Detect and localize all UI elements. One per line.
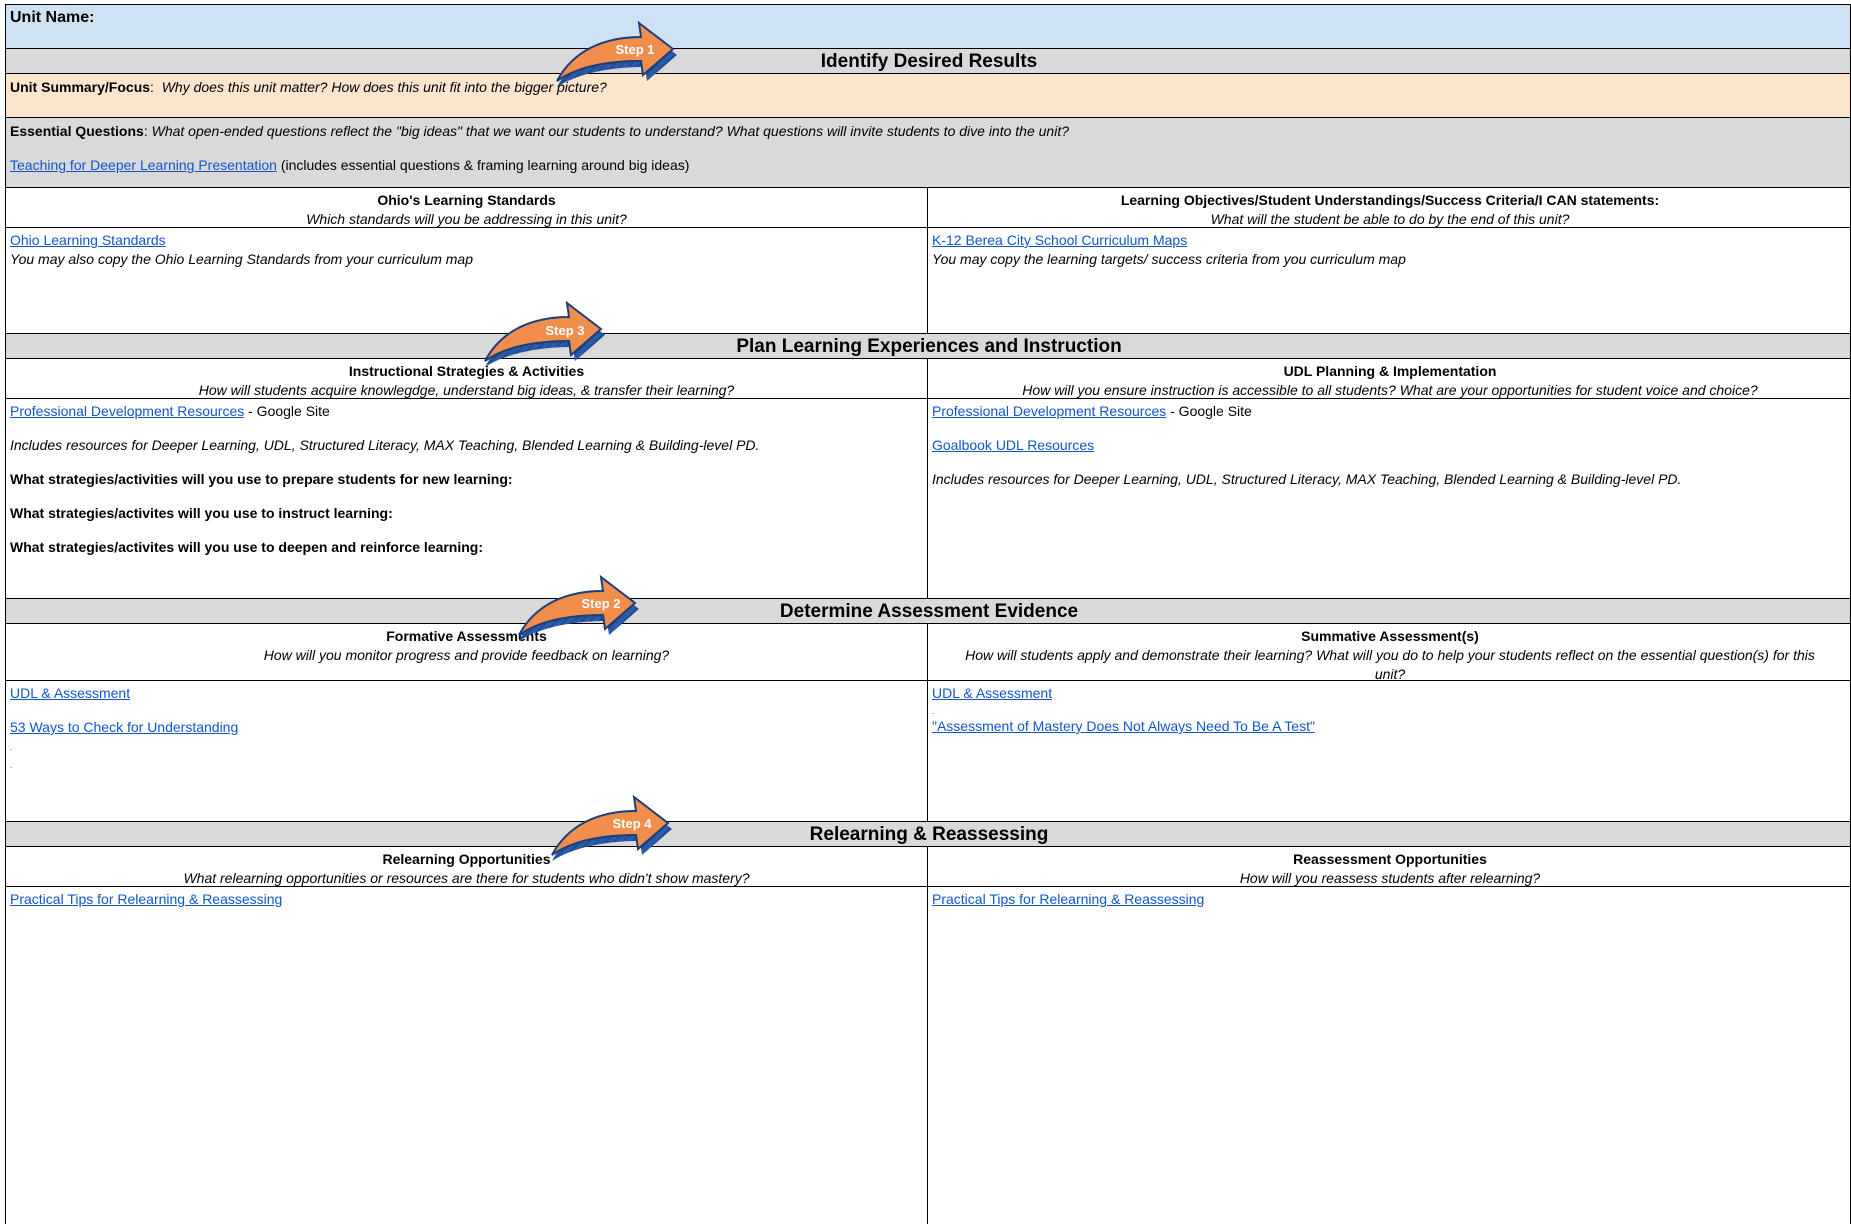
- unit-name-label: Unit Name:: [10, 9, 95, 26]
- strategies-cell[interactable]: Professional Development Resources - Goo…: [6, 399, 928, 598]
- pd-resources-suffix-udl: - Google Site: [1166, 403, 1252, 419]
- step-3-arrow-icon: Step 3: [484, 301, 605, 367]
- udl-assessment-link-formative[interactable]: UDL & Assessment: [10, 685, 130, 701]
- summative-cell[interactable]: UDL & Assessment . "Assessment of Master…: [928, 681, 1851, 821]
- formative-header: Formative Assessments How will you monit…: [6, 624, 928, 680]
- summative-dot: .: [932, 707, 935, 716]
- pd-resources-link-udl[interactable]: Professional Development Resources: [932, 403, 1166, 419]
- standards-title: Ohio's Learning Standards: [377, 192, 556, 208]
- ohio-standards-link[interactable]: Ohio Learning Standards: [10, 232, 166, 248]
- strategies-header: Instructional Strategies & Activities Ho…: [6, 359, 928, 398]
- essential-colon: :: [143, 123, 148, 139]
- step-3-label: Step 3: [545, 323, 584, 338]
- strategies-body-row: Professional Development Resources - Goo…: [5, 398, 1851, 598]
- goalbook-udl-link[interactable]: Goalbook UDL Resources: [932, 437, 1094, 453]
- reassess-title: Reassessment Opportunities: [1293, 851, 1487, 867]
- strategies-q2: What strategies/activites will you use t…: [10, 505, 393, 521]
- pd-resources-suffix: - Google Site: [244, 403, 330, 419]
- section-title: Identify Desired Results: [820, 51, 1038, 72]
- objectives-header: Learning Objectives/Student Understandin…: [928, 188, 1851, 227]
- standards-header-row: Ohio's Learning Standards Which standard…: [5, 187, 1851, 227]
- reassess-cell[interactable]: Practical Tips for Relearning & Reassess…: [928, 887, 1851, 1224]
- strategies-q1: What strategies/activities will you use …: [10, 471, 513, 487]
- udl-assessment-link-summative[interactable]: UDL & Assessment: [932, 685, 1052, 701]
- step-4-label: Step 4: [612, 816, 652, 831]
- unit-summary-row[interactable]: Unit Summary/Focus: Why does this unit m…: [5, 73, 1851, 117]
- step-4-arrow-icon: Step 4: [551, 795, 672, 861]
- summary-label: Unit Summary/Focus: [10, 79, 151, 95]
- summative-title: Summative Assessment(s): [1301, 628, 1479, 644]
- objectives-cell[interactable]: K-12 Berea City School Curriculum Maps Y…: [928, 228, 1851, 333]
- relearning-body-row: Practical Tips for Relearning & Reassess…: [5, 886, 1851, 1224]
- curriculum-maps-link[interactable]: K-12 Berea City School Curriculum Maps: [932, 232, 1187, 248]
- udl-header: UDL Planning & Implementation How will y…: [928, 359, 1851, 398]
- formative-dot: .: [10, 761, 13, 770]
- standards-cell[interactable]: Ohio Learning Standards You may also cop…: [6, 228, 928, 333]
- section-title: Relearning & Reassessing: [809, 824, 1049, 845]
- formative-cell[interactable]: UDL & Assessment 53 Ways to Check for Un…: [6, 681, 928, 821]
- step-2-arrow-icon: Step 2: [518, 575, 639, 641]
- step-2-label: Step 2: [581, 596, 620, 611]
- relearn-title: Relearning Opportunities: [382, 851, 551, 867]
- relearn-cell[interactable]: Practical Tips for Relearning & Reassess…: [6, 887, 928, 1224]
- standards-body-row: Ohio Learning Standards You may also cop…: [5, 227, 1851, 333]
- step-1-arrow-icon: Step 1: [556, 21, 677, 87]
- standards-note: You may also copy the Ohio Learning Stan…: [10, 251, 474, 267]
- objectives-note: You may copy the learning targets/ succe…: [932, 251, 1406, 267]
- step-1-label: Step 1: [615, 42, 654, 57]
- formative-dot: .: [10, 743, 13, 752]
- deeper-learning-note: (includes essential questions & framing …: [276, 157, 690, 173]
- essential-prompt: What open-ended questions reflect the "b…: [151, 123, 1069, 139]
- strategies-title: Instructional Strategies & Activities: [348, 363, 585, 379]
- summary-colon: :: [150, 79, 154, 95]
- strategies-header-row: Instructional Strategies & Activities Ho…: [5, 358, 1851, 398]
- section-title: Determine Assessment Evidence: [779, 601, 1079, 622]
- relearning-tips-link-right[interactable]: Practical Tips for Relearning & Reassess…: [932, 891, 1204, 907]
- section-title: Plan Learning Experiences and Instructio…: [736, 336, 1122, 357]
- summative-prompt: How will students apply and demonstrate …: [965, 647, 1815, 682]
- reassess-header: Reassessment Opportunities How will you …: [928, 847, 1851, 886]
- relearning-tips-link[interactable]: Practical Tips for Relearning & Reassess…: [10, 891, 282, 907]
- pd-resources-link[interactable]: Professional Development Resources: [10, 403, 244, 419]
- unit-planner-sheet: Unit Name: Identify Desired Results Unit…: [5, 4, 1851, 1224]
- assessment-header-row: Formative Assessments How will you monit…: [5, 623, 1851, 682]
- formative-title: Formative Assessments: [386, 628, 547, 644]
- udl-title: UDL Planning & Implementation: [1283, 363, 1497, 379]
- udl-cell[interactable]: Professional Development Resources - Goo…: [928, 399, 1851, 598]
- section-header-assessment: Determine Assessment Evidence: [5, 598, 1851, 623]
- summative-header: Summative Assessment(s) How will student…: [928, 624, 1851, 682]
- section-header-relearning: Relearning & Reassessing: [5, 821, 1851, 846]
- strategies-includes: Includes resources for Deeper Learning, …: [10, 437, 760, 453]
- deeper-learning-link[interactable]: Teaching for Deeper Learning Presentatio…: [10, 157, 277, 173]
- formative-prompt: How will you monitor progress and provid…: [263, 647, 670, 663]
- check-understanding-link[interactable]: 53 Ways to Check for Understanding: [10, 719, 238, 735]
- essential-questions-row[interactable]: Essential Questions: What open-ended que…: [5, 117, 1851, 187]
- essential-label: Essential Questions: [10, 123, 144, 139]
- relearning-header-row: Relearning Opportunities What relearning…: [5, 846, 1851, 886]
- standards-header: Ohio's Learning Standards Which standard…: [6, 188, 928, 227]
- unit-name-row[interactable]: Unit Name:: [5, 4, 1851, 48]
- section-header-desired-results: Identify Desired Results: [5, 48, 1851, 73]
- mastery-not-test-link[interactable]: "Assessment of Mastery Does Not Always N…: [932, 718, 1315, 734]
- objectives-title: Learning Objectives/Student Understandin…: [1120, 192, 1660, 208]
- assessment-body-row: UDL & Assessment 53 Ways to Check for Un…: [5, 680, 1851, 821]
- relearn-header: Relearning Opportunities What relearning…: [6, 847, 928, 886]
- section-header-plan-learning: Plan Learning Experiences and Instructio…: [5, 333, 1851, 358]
- udl-includes: Includes resources for Deeper Learning, …: [932, 471, 1682, 487]
- strategies-q3: What strategies/activites will you use t…: [10, 539, 484, 555]
- summary-prompt: Why does this unit matter? How does this…: [161, 79, 607, 95]
